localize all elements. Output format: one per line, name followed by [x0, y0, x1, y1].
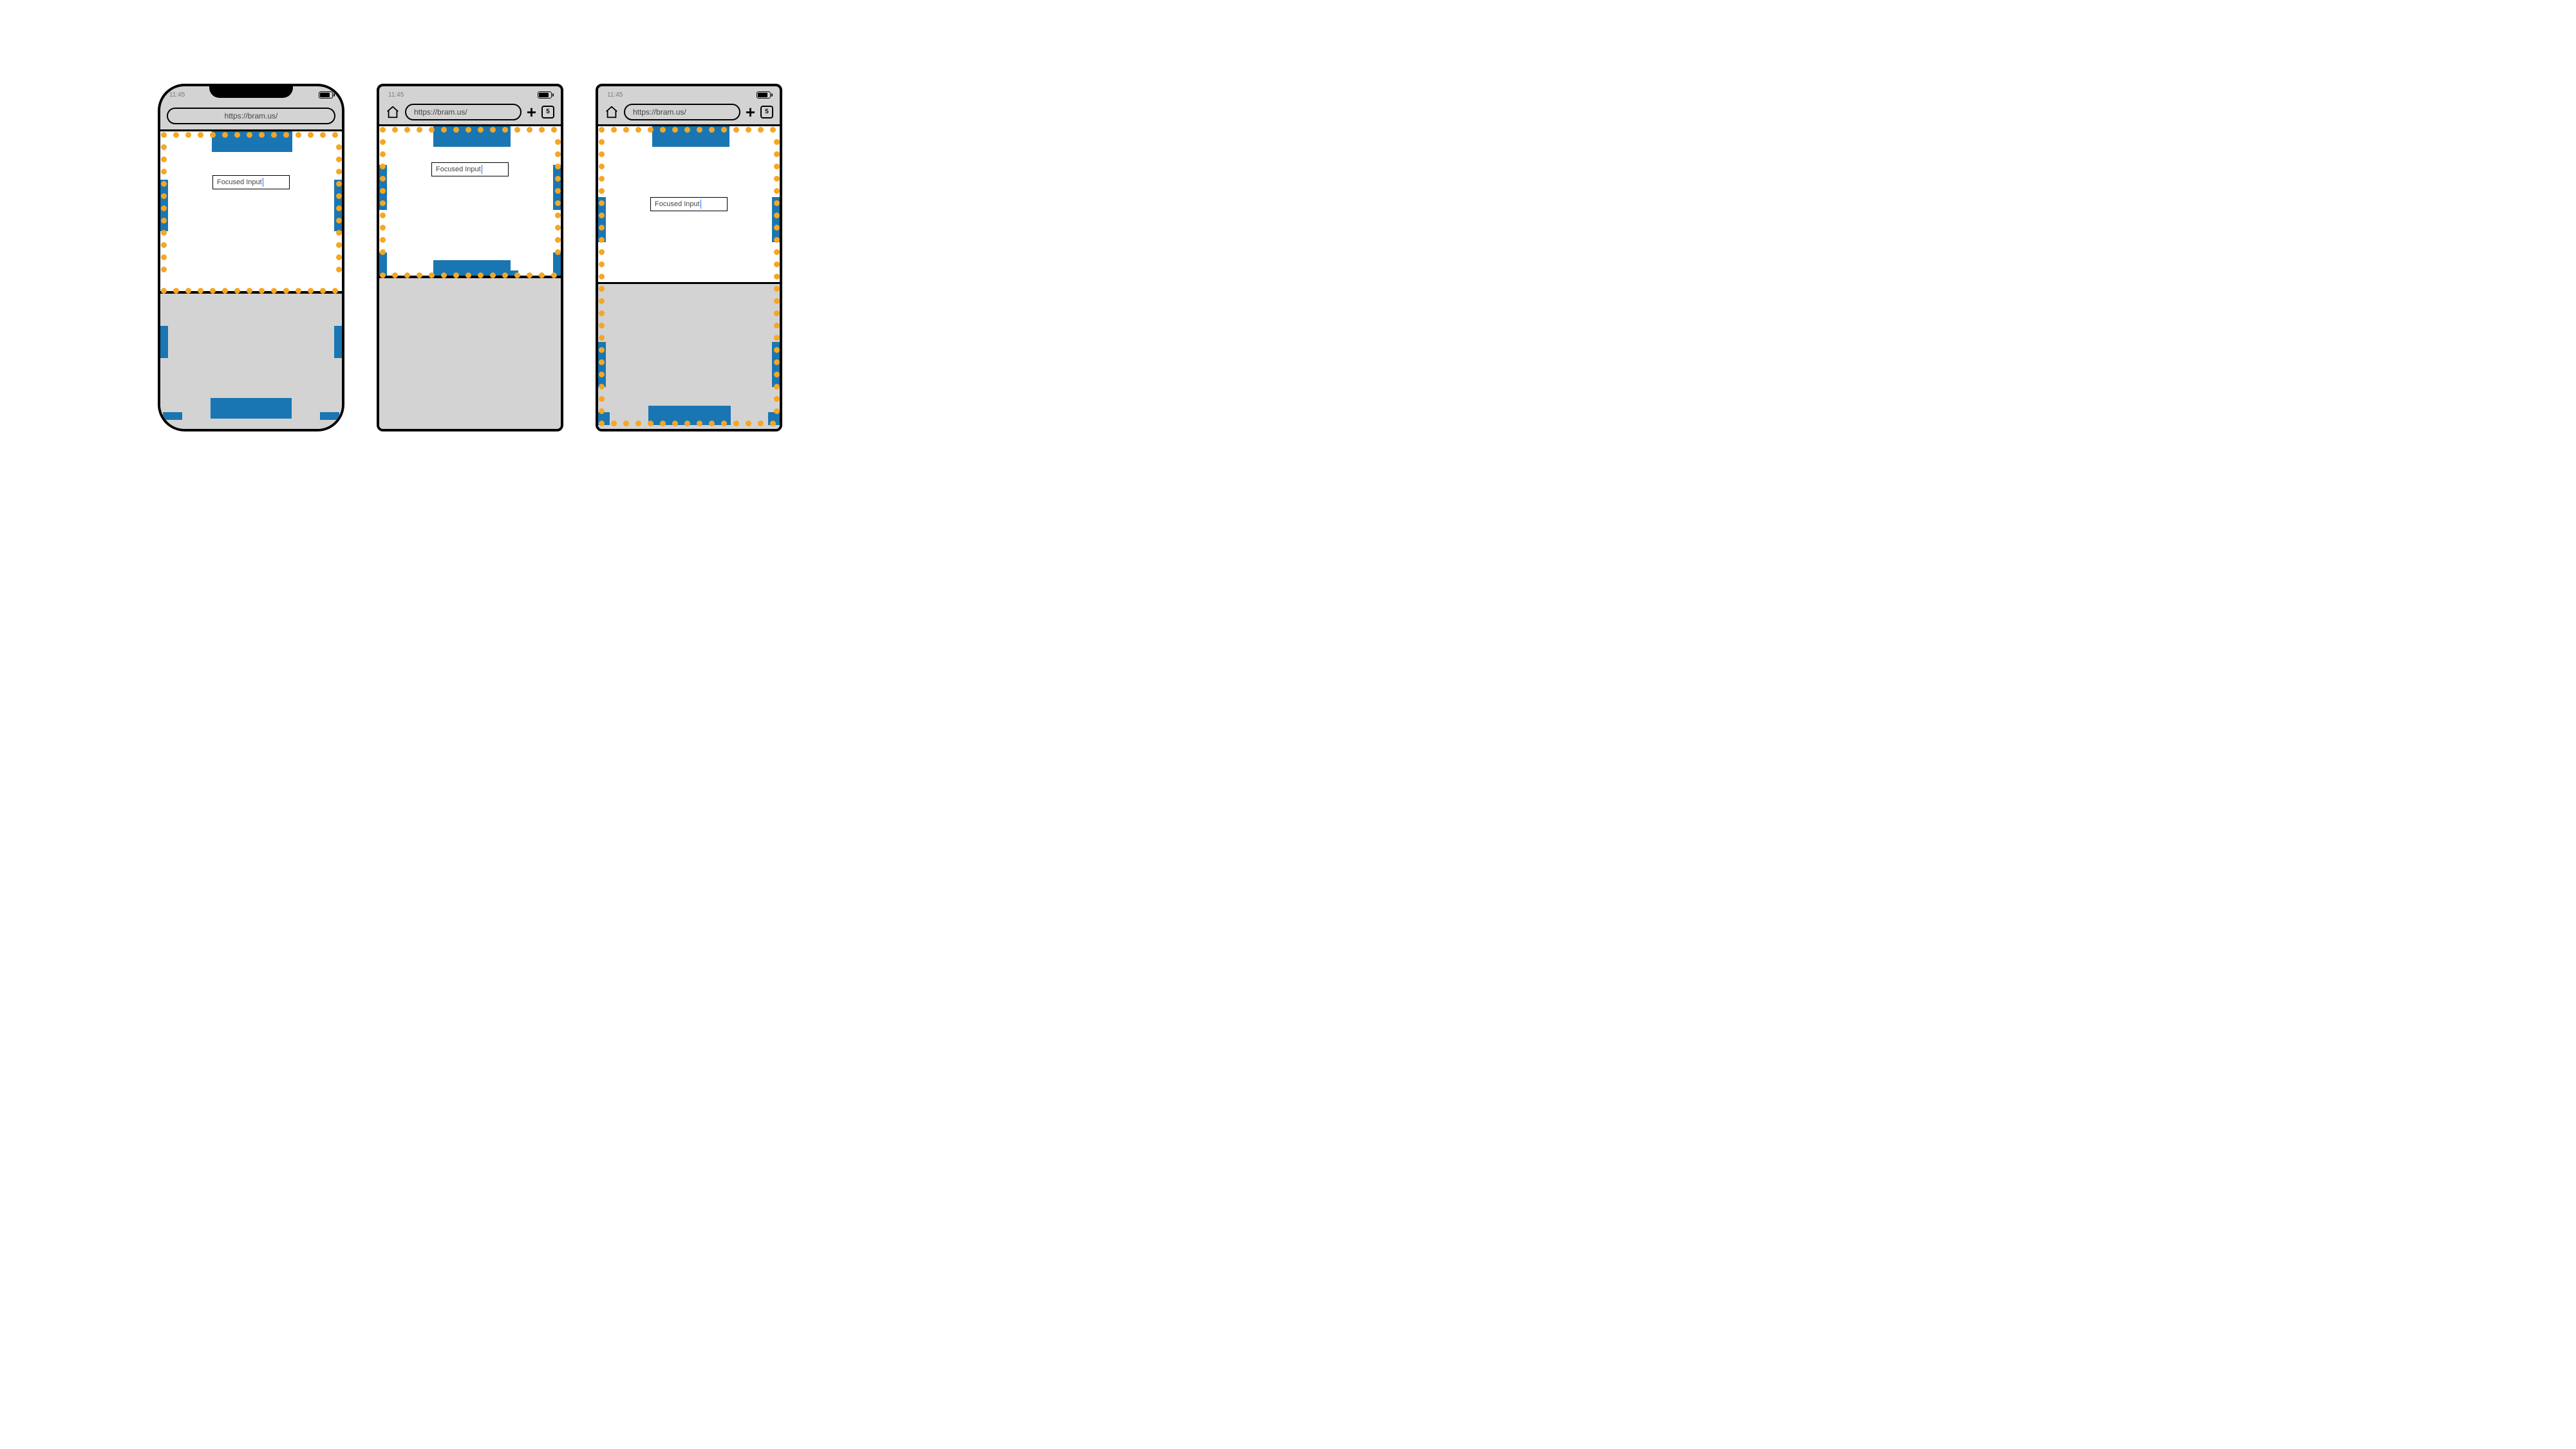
new-tab-icon[interactable]: + [527, 104, 536, 120]
browser-chrome: https://bram.us/ + 5 [598, 99, 780, 126]
url-text: https://bram.us/ [414, 108, 467, 117]
vv-overlap-br [320, 412, 339, 420]
focused-text-input[interactable]: Focused Input [650, 197, 728, 211]
tabs-count-badge[interactable]: 5 [541, 106, 554, 118]
battery-icon [319, 91, 333, 99]
address-bar[interactable]: https://bram.us/ [405, 104, 522, 120]
vv-edge-right-a [553, 165, 561, 210]
vv-overlap-bl [163, 412, 182, 420]
browser-chrome: https://bram.us/ + 5 [379, 99, 561, 126]
vv-overlap-bottom-1 [211, 398, 292, 419]
vv-edge-top [652, 126, 729, 147]
focused-text-input[interactable]: Focused Input [212, 175, 290, 189]
address-bar[interactable]: https://bram.us/ [624, 104, 740, 120]
vv-edge-left [598, 197, 606, 242]
page-content: Focused Input [598, 126, 780, 285]
vv-edge-right [772, 197, 780, 242]
status-bar: 11:45 [379, 89, 561, 100]
vv-edge-left-b [379, 252, 387, 278]
status-time: 11:45 [607, 91, 623, 99]
vv-edge-right [334, 180, 342, 231]
vv-edge-right-b [553, 252, 561, 278]
input-value: Focused Input [217, 178, 262, 186]
page-content: Focused Input [379, 126, 561, 278]
text-caret [482, 165, 483, 174]
vv-under-kb-bl [598, 412, 610, 425]
phone-mockup-2: 11:45 https://bram.us/ + 5 Focused Input [377, 84, 563, 431]
status-time: 11:45 [388, 91, 404, 99]
vv-under-kb-br [768, 412, 780, 425]
vv-under-kb-bottom [648, 406, 731, 425]
vv-edge-top [212, 131, 292, 152]
status-time: 11:45 [169, 91, 185, 99]
virtual-keyboard [598, 282, 780, 429]
focused-text-input[interactable]: Focused Input [431, 162, 509, 176]
new-tab-icon[interactable]: + [746, 104, 755, 120]
phone-mockup-1: 11:45 https://bram.us/ Focused Input [158, 84, 344, 431]
browser-chrome: https://bram.us/ [160, 102, 342, 131]
virtual-keyboard [379, 276, 561, 429]
battery-icon [757, 91, 771, 99]
url-text: https://bram.us/ [225, 111, 278, 120]
phone-mockup-3: 11:45 https://bram.us/ + 5 Focused Input [596, 84, 782, 431]
vv-overlap-right-1 [334, 326, 342, 358]
vv-edge-left-a [379, 165, 387, 210]
battery-icon [538, 91, 552, 99]
status-bar: 11:45 [598, 89, 780, 100]
vv-overlap-left-1 [160, 326, 168, 358]
text-caret [263, 178, 264, 187]
address-bar[interactable]: https://bram.us/ [167, 108, 335, 124]
vv-under-kb-right [772, 342, 780, 387]
page-content: Focused Input [160, 131, 342, 294]
vv-edge-top [433, 126, 511, 147]
text-caret [700, 200, 702, 209]
home-icon[interactable] [386, 105, 400, 119]
input-value: Focused Input [436, 166, 481, 173]
vv-under-kb-left [598, 342, 606, 387]
vv-edge-left [160, 180, 168, 231]
home-icon[interactable] [605, 105, 619, 119]
device-notch [209, 84, 293, 98]
virtual-keyboard [160, 291, 342, 429]
url-text: https://bram.us/ [633, 108, 686, 117]
tabs-count-badge[interactable]: 5 [760, 106, 773, 118]
input-value: Focused Input [655, 200, 700, 208]
